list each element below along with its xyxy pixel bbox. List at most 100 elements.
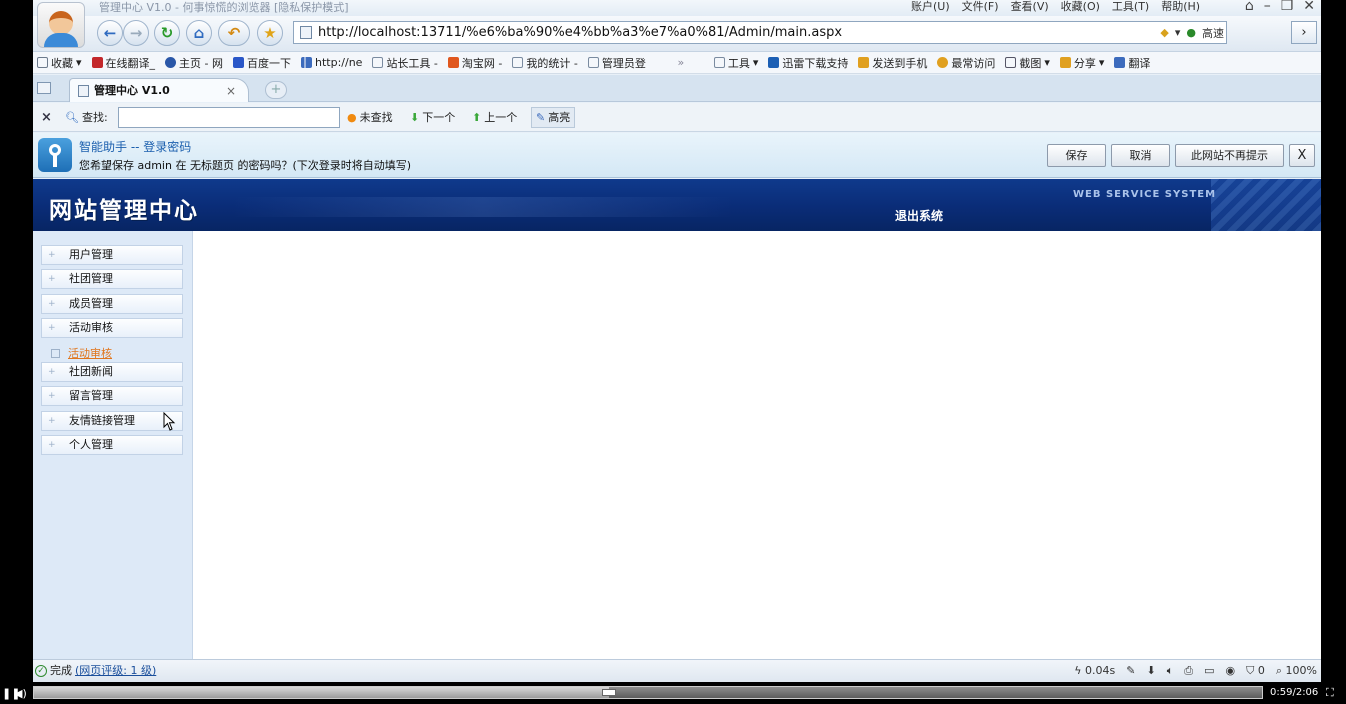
tool-item-screenshot[interactable]: 截图 ▾ <box>1001 55 1056 71</box>
expand-icon: + <box>48 416 56 426</box>
tool-item-tools[interactable]: 工具 ▾ <box>710 55 765 71</box>
tool-item-thunder[interactable]: 迅雷下载支持 <box>764 55 854 71</box>
menu-view[interactable]: 查看(V) <box>1005 0 1055 14</box>
title-bar: 管理中心 V1.0 - 何事惊慌的浏览器 [隐私保护模式] 账户(U) 文件(F… <box>33 0 1321 16</box>
find-input[interactable] <box>118 107 340 128</box>
restore-button[interactable]: ❐ <box>1281 0 1294 14</box>
window-icon[interactable]: ▭ <box>1204 660 1214 682</box>
fav-item-webmaster[interactable]: 站长工具 - <box>368 55 443 71</box>
up-arrow-icon: ⬆ <box>472 111 482 124</box>
expand-icon: + <box>48 274 56 284</box>
menu-favorites[interactable]: 收藏(O) <box>1055 0 1106 14</box>
find-next-button[interactable]: ⬇ 下一个 <box>410 107 455 128</box>
fullscreen-icon[interactable]: ⛶ <box>1326 686 1334 700</box>
page-icon <box>587 57 599 68</box>
site-title: 网站管理中心 <box>49 198 199 224</box>
download-icon[interactable]: ⬇ <box>1146 660 1155 682</box>
skin-icon[interactable]: ⌂ <box>1245 0 1254 14</box>
tool-item-share[interactable]: 分享 ▾ <box>1056 55 1111 71</box>
sidebar-item-members[interactable]: + 成员管理 <box>41 294 183 314</box>
sidebar-subitem-activity-review[interactable]: 活动审核 <box>51 345 112 361</box>
cancel-button[interactable]: 取消 <box>1111 144 1170 167</box>
find-prev-button[interactable]: ⬆ 上一个 <box>472 107 517 128</box>
page-rank-link[interactable]: (网页评级: 1 级) <box>75 660 156 682</box>
sidebar-item-activity-review[interactable]: + 活动审核 <box>41 318 183 338</box>
browser-window: 管理中心 V1.0 - 何事惊慌的浏览器 [隐私保护模式] 账户(U) 文件(F… <box>33 0 1321 682</box>
tool-item-send-phone[interactable]: 发送到手机 <box>854 55 933 71</box>
favorites-overflow-button[interactable]: » <box>652 56 710 69</box>
fav-item-taobao[interactable]: 淘宝网 - <box>444 55 508 71</box>
volume-icon[interactable]: ◀) <box>14 687 27 700</box>
new-tab-button[interactable]: + <box>265 81 287 99</box>
refresh-button[interactable]: ↻ <box>154 20 180 46</box>
speed-label[interactable]: 高速 <box>1202 25 1224 41</box>
share-icon <box>1059 57 1071 68</box>
status-text: 完成 <box>50 664 72 677</box>
fav-item-stats[interactable]: 我的统计 - <box>508 55 583 71</box>
seek-thumb[interactable] <box>601 689 616 696</box>
fav-item-http[interactable]: http://ne <box>297 56 368 69</box>
never-for-site-button[interactable]: 此网站不再提示 <box>1175 144 1284 167</box>
star-plus-icon <box>37 57 48 68</box>
sidebar-item-personal[interactable]: + 个人管理 <box>41 435 183 455</box>
favorites-star-button[interactable]: ★ <box>257 20 283 46</box>
menu-account[interactable]: 账户(U) <box>905 0 956 14</box>
seek-bar[interactable] <box>33 686 1263 699</box>
undo-button[interactable]: ↶ <box>218 20 250 46</box>
highlight-button[interactable]: ✎ 高亮 <box>531 107 576 128</box>
eye-icon[interactable]: ◉ <box>1226 660 1236 682</box>
close-window-button[interactable]: ✕ <box>1303 0 1315 14</box>
printer-icon[interactable]: ⎙ <box>1184 660 1193 682</box>
menu-tools[interactable]: 工具(T) <box>1106 0 1155 14</box>
fav-item-admin-login[interactable]: 管理员登 <box>584 55 652 71</box>
pencil-icon: ✎ <box>536 111 546 124</box>
close-helper-button[interactable]: X <box>1289 144 1315 167</box>
tab-strip: 管理中心 V1.0 × + <box>33 75 1321 102</box>
tab-admin-center[interactable]: 管理中心 V1.0 × <box>69 78 249 102</box>
status-right: ϟ 0.04s ✎ ⬇ 🔈︎ ⎙ ▭ ◉ ⛉ 0 ⌕ 100% <box>1074 660 1317 682</box>
save-password-button[interactable]: 保存 <box>1047 144 1106 167</box>
menu-file[interactable]: 文件(F) <box>956 0 1005 14</box>
fav-item-collect[interactable]: 收藏 ▾ <box>33 55 88 71</box>
sidebar-item-clubs[interactable]: + 社团管理 <box>41 269 183 289</box>
paint-icon[interactable]: ✎ <box>1126 660 1135 682</box>
collapse-icon <box>51 349 60 358</box>
sidebar-toggle-icon[interactable] <box>37 82 51 94</box>
expand-icon: + <box>48 323 56 333</box>
go-button[interactable]: › <box>1291 21 1317 44</box>
site-header: 网站管理中心 WEB SERVICE SYSTEM 退出系统 <box>33 179 1321 231</box>
tab-close-icon[interactable]: × <box>226 79 236 103</box>
shield-icon[interactable]: ◆ <box>1160 26 1168 39</box>
menu-help[interactable]: 帮助(H) <box>1155 0 1206 14</box>
browser-logo-icon[interactable] <box>37 2 85 48</box>
logout-link[interactable]: 退出系统 <box>895 207 943 224</box>
keyboard-graphic <box>1211 179 1321 231</box>
tool-item-frequent[interactable]: 最常访问 <box>933 55 1001 71</box>
tool-item-translate[interactable]: 翻译 <box>1110 55 1156 71</box>
sidebar-item-users[interactable]: + 用户管理 <box>41 245 183 265</box>
fav-item-translate[interactable]: 在线翻译_ <box>88 55 162 71</box>
zoom-icon[interactable]: ⌕ 100% <box>1276 660 1317 682</box>
address-bar[interactable]: http://localhost:13711/%e6%ba%90%e4%bb%a… <box>293 21 1227 44</box>
shield-status-icon[interactable]: ⛉ 0 <box>1246 660 1265 682</box>
fav-item-baidu[interactable]: 百度一下 <box>229 55 297 71</box>
sidebar-item-messages[interactable]: + 留言管理 <box>41 386 183 406</box>
y-logo-icon <box>91 57 103 68</box>
swirl-icon <box>165 57 177 68</box>
forward-button[interactable]: → <box>123 20 149 46</box>
speaker-icon[interactable]: 🔈︎ <box>1167 660 1174 682</box>
find-close-icon[interactable]: × <box>41 103 52 132</box>
timecode: 0:59/2:06 <box>1270 687 1319 698</box>
key-icon <box>38 138 72 172</box>
sidebar-item-club-news[interactable]: + 社团新闻 <box>41 362 183 382</box>
home-button[interactable]: ⌂ <box>186 20 212 46</box>
down-arrow-icon: ⬇ <box>410 111 420 124</box>
sidebar-item-friend-links[interactable]: + 友情链接管理 <box>41 411 183 431</box>
dropdown-arrow-icon[interactable]: ▾ <box>1175 26 1181 39</box>
back-button[interactable]: ← <box>97 20 123 46</box>
not-found-button[interactable]: ● 未查找 <box>347 107 393 128</box>
video-player-bar: ❚❚ ◀) 0:59/2:06 ⛶ <box>0 683 1346 704</box>
minimize-button[interactable]: – <box>1264 0 1271 14</box>
url-text[interactable]: http://localhost:13711/%e6%ba%90%e4%bb%a… <box>318 22 842 43</box>
fav-item-homepage[interactable]: 主页 - 网 <box>161 55 229 71</box>
